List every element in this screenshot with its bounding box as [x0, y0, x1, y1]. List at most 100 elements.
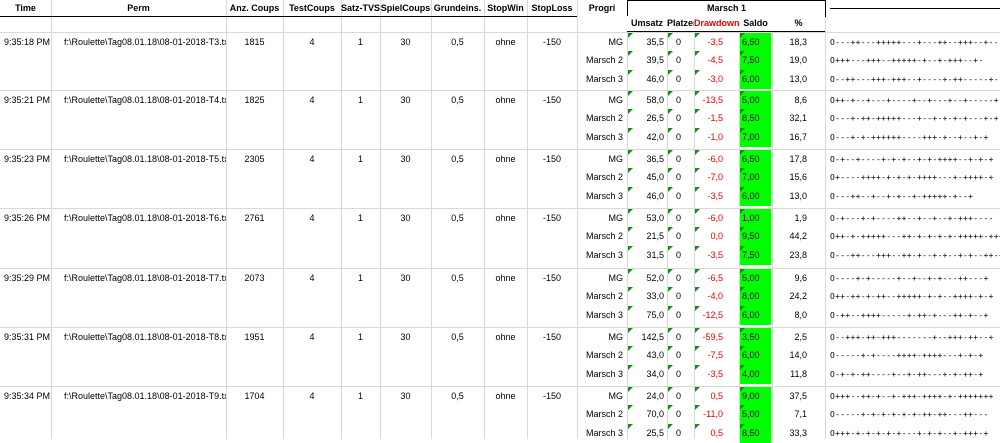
perm-cell[interactable]: f:\Roulette\Tag08.01.18\08-01-2018-T3.tx…	[64, 33, 226, 52]
perm-cell[interactable]: f:\Roulette\Tag08.01.18\08-01-2018-T4.tx…	[64, 91, 226, 110]
time-cell[interactable]: 9:35:29 PM	[4, 269, 51, 288]
progri-cell[interactable]: Marsch 3	[577, 70, 623, 89]
pattern-cell[interactable]: O+++---+++--+++++-+--+-+++--+-	[830, 51, 1000, 70]
umsatz-cell[interactable]: 45,0	[627, 168, 664, 187]
platzer-cell[interactable]: 0	[667, 168, 681, 187]
drawdown-cell[interactable]: 0,5	[694, 387, 723, 406]
drawdown-cell[interactable]: -4,5	[694, 51, 723, 70]
pattern-cell[interactable]: O---++---+++++---+---++--+++--+---+	[830, 33, 1000, 52]
drawdown-cell[interactable]: -11,0	[694, 405, 723, 424]
platzer-cell[interactable]: 0	[667, 227, 681, 246]
pattern-cell[interactable]: O---+-++-+++++---+--+-+-+-+---+-+	[830, 109, 1000, 128]
satz-tvs-cell[interactable]: 1	[341, 269, 380, 288]
drawdown-cell[interactable]: -7,5	[694, 346, 723, 365]
percent-cell[interactable]: 13,0	[772, 187, 807, 206]
header-progri[interactable]: Progri	[577, 0, 627, 16]
header-spielcoups[interactable]: SpielCoups	[380, 0, 431, 17]
drawdown-cell[interactable]: -3,5	[694, 187, 723, 206]
progri-cell[interactable]: Marsch 2	[577, 227, 623, 246]
header-perm[interactable]: Perm	[51, 0, 226, 17]
percent-cell[interactable]: 1,9	[772, 209, 807, 228]
platzer-cell[interactable]: 0	[667, 346, 681, 365]
percent-cell[interactable]: 15,6	[772, 168, 807, 187]
testcoups-cell[interactable]: 4	[283, 150, 341, 169]
pattern-cell[interactable]: O-+---+-+----++--+--+--+-+++----	[830, 209, 1000, 228]
pattern-cell[interactable]: O---++---+++--++-+--+-+--+-+--++-+	[830, 246, 1000, 265]
percent-cell[interactable]: 9,6	[772, 269, 807, 288]
umsatz-cell[interactable]: 39,5	[627, 51, 664, 70]
umsatz-cell[interactable]: 26,5	[627, 109, 664, 128]
drawdown-cell[interactable]: 0,5	[694, 424, 723, 443]
header-stoploss[interactable]: StopLoss	[527, 0, 577, 17]
header-testcoups[interactable]: TestCoups	[283, 0, 341, 17]
spielcoups-cell[interactable]: 30	[380, 150, 431, 169]
percent-cell[interactable]: 13,0	[772, 70, 807, 89]
umsatz-cell[interactable]: 70,0	[627, 405, 664, 424]
pattern-cell[interactable]: O-++--++++-----+-++-+---++-+--+	[830, 306, 1000, 325]
stopwin-cell[interactable]: ohne	[484, 387, 527, 406]
anz-coups-cell[interactable]: 1825	[226, 91, 283, 110]
spielcoups-cell[interactable]: 30	[380, 33, 431, 52]
platzer-cell[interactable]: 0	[667, 328, 681, 347]
progri-cell[interactable]: MG	[577, 269, 624, 288]
percent-cell[interactable]: 11,8	[772, 365, 807, 384]
percent-cell[interactable]: 32,1	[772, 109, 807, 128]
progri-cell[interactable]: Marsch 3	[577, 306, 623, 325]
percent-cell[interactable]: 44,2	[772, 227, 807, 246]
percent-cell[interactable]: 2,5	[772, 328, 807, 347]
drawdown-cell[interactable]: -3,5	[694, 33, 723, 52]
header-stopwin[interactable]: StopWin	[484, 0, 527, 17]
progri-cell[interactable]: Marsch 2	[577, 405, 623, 424]
pattern-cell[interactable]: O---+-+-++++++----+++-+--+--+-+	[830, 128, 1000, 147]
header-satz-tvs[interactable]: Satz-TVS	[341, 0, 380, 17]
progri-cell[interactable]: Marsch 2	[577, 287, 623, 306]
pattern-cell[interactable]: O-----+-+-+-+-+-+-++-++---++---	[830, 405, 1000, 424]
umsatz-cell[interactable]: 75,0	[627, 306, 664, 325]
umsatz-cell[interactable]: 34,0	[627, 365, 664, 384]
anz-coups-cell[interactable]: 1951	[226, 328, 283, 347]
stoploss-cell[interactable]: -150	[527, 269, 577, 288]
satz-tvs-cell[interactable]: 1	[341, 328, 380, 347]
grundeins-cell[interactable]: 0,5	[431, 209, 484, 228]
percent-cell[interactable]: 33,3	[772, 424, 807, 443]
progri-cell[interactable]: MG	[577, 91, 624, 110]
platzer-cell[interactable]: 0	[667, 365, 681, 384]
header-marsch-group[interactable]: Marsch 1	[627, 0, 826, 17]
time-cell[interactable]: 9:35:21 PM	[4, 91, 51, 110]
progri-cell[interactable]: Marsch 2	[577, 346, 623, 365]
progri-cell[interactable]: Marsch 3	[577, 128, 623, 147]
testcoups-cell[interactable]: 4	[283, 33, 341, 52]
drawdown-cell[interactable]: -3,5	[694, 246, 723, 265]
platzer-cell[interactable]: 0	[667, 424, 681, 443]
umsatz-cell[interactable]: 36,5	[627, 150, 664, 169]
pattern-cell[interactable]: O--++---+++-+++--+----+-++-----+-	[830, 70, 1000, 89]
stopwin-cell[interactable]: ohne	[484, 209, 527, 228]
progri-cell[interactable]: Marsch 2	[577, 109, 623, 128]
progri-cell[interactable]: Marsch 3	[577, 246, 623, 265]
progri-cell[interactable]: MG	[577, 387, 624, 406]
grundeins-cell[interactable]: 0,5	[431, 150, 484, 169]
spielcoups-cell[interactable]: 30	[380, 91, 431, 110]
percent-cell[interactable]: 8,0	[772, 306, 807, 325]
drawdown-cell[interactable]: -4,0	[694, 287, 723, 306]
umsatz-cell[interactable]: 33,0	[627, 287, 664, 306]
testcoups-cell[interactable]: 4	[283, 269, 341, 288]
umsatz-cell[interactable]: 53,0	[627, 209, 664, 228]
drawdown-cell[interactable]: -3,0	[694, 70, 723, 89]
spielcoups-cell[interactable]: 30	[380, 269, 431, 288]
anz-coups-cell[interactable]: 2073	[226, 269, 283, 288]
testcoups-cell[interactable]: 4	[283, 209, 341, 228]
pattern-cell[interactable]: O+++-+-+-+-+-+---+-+-+--+-+++-+	[830, 424, 1000, 443]
stoploss-cell[interactable]: -150	[527, 33, 577, 52]
platzer-cell[interactable]: 0	[667, 306, 681, 325]
spielcoups-cell[interactable]: 30	[380, 387, 431, 406]
pattern-cell[interactable]: O++-++-+-++--+++++-+-+--++++-+-+	[830, 287, 1000, 306]
platzer-cell[interactable]: 0	[667, 246, 681, 265]
header-platzer[interactable]: Platzer	[667, 16, 697, 32]
pattern-cell[interactable]: O----+-+-----+--+--+-+---++---+	[830, 269, 1000, 288]
pattern-cell[interactable]: O+----++++-+-+-+-++++---+-++++-+	[830, 168, 1000, 187]
anz-coups-cell[interactable]: 2305	[226, 150, 283, 169]
percent-cell[interactable]: 37,5	[772, 387, 807, 406]
umsatz-cell[interactable]: 43,0	[627, 346, 664, 365]
time-cell[interactable]: 9:35:26 PM	[4, 209, 51, 228]
